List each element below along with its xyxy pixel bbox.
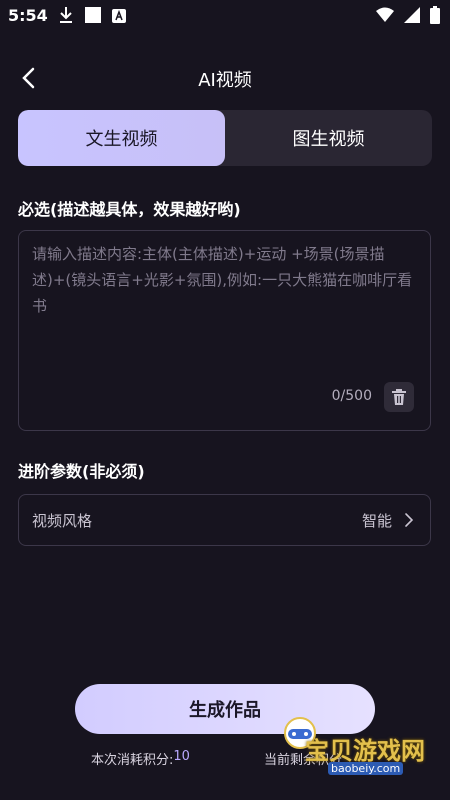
nav-bar (0, 794, 450, 800)
video-style-selector[interactable]: 视频风格 智能 (18, 494, 431, 546)
trash-icon (392, 389, 406, 405)
status-bar: 5:54 (0, 0, 450, 32)
page-title: AI视频 (198, 70, 252, 91)
video-style-label: 视频风格 (32, 511, 93, 530)
video-style-value: 智能 (361, 511, 392, 530)
watermark-sub: baobeiy.com (328, 762, 404, 775)
signal-icon (404, 7, 420, 27)
status-right-icons (376, 6, 440, 28)
tab-text-to-video[interactable]: 文生视频 (18, 110, 225, 166)
prompt-section-label: 必选(描述越具体，效果越好哟) (18, 200, 241, 219)
download-icon (58, 6, 74, 28)
clear-button[interactable] (384, 382, 414, 412)
app-a-icon (112, 8, 126, 27)
battery-icon (430, 6, 440, 28)
header: AI视频 (0, 54, 450, 106)
wifi-icon (376, 7, 394, 27)
tab-image-to-video[interactable]: 图生视频 (225, 110, 432, 166)
character-count: 0/500 (331, 388, 372, 404)
prompt-placeholder: 请输入描述内容:主体(主体描述)+运动 +场景(场景描述)+(镜头语言+光影+氛… (32, 245, 413, 315)
square-icon (84, 6, 102, 28)
cost-value: 10 (173, 749, 190, 764)
advanced-section-label: 进阶参数(非必须) (18, 462, 145, 481)
cost-label: 本次消耗积分: (91, 753, 174, 768)
cost-info: 本次消耗积分: 10 (91, 749, 190, 768)
prompt-textarea[interactable]: 请输入描述内容:主体(主体描述)+运动 +场景(场景描述)+(镜头语言+光影+氛… (18, 230, 431, 431)
mode-tabs: 文生视频 图生视频 (18, 110, 432, 166)
status-left-icons (58, 6, 126, 28)
watermark-main: 宝贝游戏网 (305, 737, 425, 765)
watermark: 宝贝游戏网 baobeiy.com (280, 706, 430, 776)
status-time: 5:54 (8, 6, 48, 25)
chevron-right-icon (405, 513, 414, 527)
